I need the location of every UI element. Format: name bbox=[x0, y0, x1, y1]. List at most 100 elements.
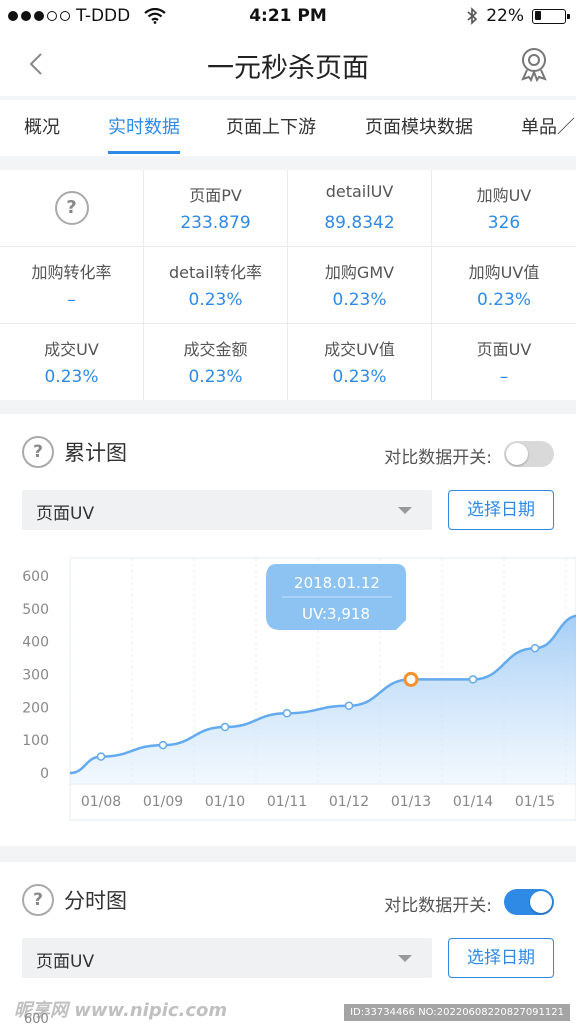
y-tick-label: 500 bbox=[22, 602, 49, 618]
metric-value: 0.23% bbox=[188, 367, 243, 387]
help-icon[interactable]: ? bbox=[54, 191, 89, 225]
metrics-grid: ? 页面PV 233.879 detailUV 89.8342 加购UV 326 加购… bbox=[0, 170, 576, 401]
metric-label: 成交UV bbox=[44, 340, 99, 359]
compare-switch-label: 对比数据开关: bbox=[384, 896, 492, 916]
bluetooth-icon bbox=[467, 7, 478, 25]
metric-select[interactable]: 页面UV bbox=[22, 938, 432, 978]
status-right: 22% bbox=[466, 6, 570, 26]
metric-select[interactable]: 页面UV bbox=[22, 490, 432, 530]
y-tick-label: 100 bbox=[22, 733, 49, 749]
caret-down-icon bbox=[398, 955, 412, 962]
y-tick-label: 400 bbox=[22, 635, 49, 651]
metric-label: 加购GMV bbox=[324, 263, 395, 282]
compare-toggle[interactable] bbox=[504, 441, 554, 467]
y-tick-label: 200 bbox=[22, 700, 49, 716]
chart-tooltip: 2018.01.12 UV:3,918 bbox=[266, 564, 406, 630]
metric-value: 0.23% bbox=[188, 290, 243, 310]
section-title: 分时图 bbox=[64, 889, 127, 913]
metric-label: 加购UV值 bbox=[468, 263, 540, 282]
nav-bar: 一元秒杀页面 bbox=[0, 32, 576, 96]
y-tick-label: 600 bbox=[22, 569, 49, 585]
toggle-knob bbox=[506, 443, 528, 465]
metric-value: 326 bbox=[487, 213, 521, 233]
metrics-help-cell: ? bbox=[0, 170, 144, 247]
tooltip-value: UV:3,918 bbox=[302, 605, 370, 623]
tooltip-date: 2018.01.12 bbox=[294, 574, 380, 592]
profile-button[interactable] bbox=[516, 46, 552, 83]
metric-value: 233.879 bbox=[180, 213, 251, 233]
battery-fill bbox=[534, 11, 541, 20]
metric-value: – bbox=[499, 367, 509, 387]
metric-cell: detailUV 89.8342 bbox=[288, 170, 432, 247]
tab-bar: 概况 实时数据 页面上下游 页面模块数据 单品／ bbox=[0, 100, 576, 156]
watermark: 昵享网 www.nipic.com ID:33734466 NO:2022060… bbox=[0, 998, 576, 1024]
select-date-button[interactable]: 选择日期 bbox=[448, 490, 554, 530]
tab-active-indicator bbox=[108, 151, 180, 154]
metric-cell: 加购GMV 0.23% bbox=[288, 247, 432, 324]
battery-percent: 22% bbox=[486, 6, 524, 26]
metric-cell: 加购UV 326 bbox=[432, 170, 576, 247]
x-tick-label: 01/08 bbox=[81, 794, 121, 810]
caret-down-icon bbox=[398, 507, 412, 514]
tab-module-data[interactable]: 页面模块数据 bbox=[365, 113, 473, 139]
compare-switch-label: 对比数据开关: bbox=[384, 448, 492, 468]
data-point bbox=[530, 643, 540, 653]
metric-cell: 加购转化率 – bbox=[0, 247, 144, 324]
metric-value: 0.23% bbox=[476, 290, 531, 310]
metric-value: 0.23% bbox=[332, 290, 387, 310]
metric-label: 页面UV bbox=[476, 340, 532, 359]
x-tick-label: 01/13 bbox=[391, 794, 431, 810]
metric-value: 89.8342 bbox=[324, 213, 395, 233]
section-header: ? 累计图 bbox=[22, 436, 127, 468]
metric-value: – bbox=[67, 290, 76, 310]
tab-page-flow[interactable]: 页面上下游 bbox=[226, 113, 316, 139]
metric-cell: 成交UV 0.23% bbox=[0, 324, 144, 401]
compare-toggle[interactable] bbox=[504, 889, 554, 915]
watermark-id: ID:33734466 NO:20220608220827091121 bbox=[344, 1004, 570, 1021]
tab-overview[interactable]: 概况 bbox=[24, 113, 60, 139]
cumulative-section: ? 累计图 对比数据开关: 页面UV 选择日期 600 500 400 300 200 1… bbox=[0, 414, 576, 846]
metric-label: 成交金额 bbox=[183, 340, 248, 359]
metric-label: detail转化率 bbox=[169, 263, 262, 282]
metric-label: 加购UV bbox=[476, 186, 532, 205]
metric-cell: 成交金额 0.23% bbox=[144, 324, 288, 401]
user-avatar-icon bbox=[521, 48, 547, 83]
section-title: 累计图 bbox=[64, 441, 127, 465]
select-value: 页面UV bbox=[36, 952, 95, 972]
metric-cell: 页面PV 233.879 bbox=[144, 170, 288, 247]
y-tick-label: 300 bbox=[22, 668, 49, 684]
metric-cell: 加购UV值 0.23% bbox=[432, 247, 576, 324]
toggle-knob bbox=[530, 891, 552, 913]
metric-cell: 页面UV – bbox=[432, 324, 576, 401]
data-point bbox=[220, 722, 230, 732]
data-point bbox=[344, 701, 354, 710]
data-point bbox=[282, 708, 292, 718]
help-icon[interactable]: ? bbox=[22, 884, 54, 916]
help-icon[interactable]: ? bbox=[22, 436, 54, 468]
x-tick-label: 01/11 bbox=[267, 794, 307, 810]
y-tick-label: 0 bbox=[40, 766, 49, 782]
metric-cell: detail转化率 0.23% bbox=[144, 247, 288, 324]
metric-label: 加购转化率 bbox=[31, 263, 112, 282]
x-tick-label: 01/09 bbox=[143, 794, 183, 810]
x-tick-label: 01/14 bbox=[453, 794, 493, 810]
watermark-logo: 昵享网 www.nipic.com bbox=[14, 1000, 228, 1021]
page-title: 一元秒杀页面 bbox=[207, 53, 369, 84]
data-point bbox=[96, 752, 106, 761]
tab-single-item[interactable]: 单品／ bbox=[521, 113, 575, 139]
battery-icon bbox=[532, 8, 570, 24]
x-tick-label: 01/10 bbox=[205, 794, 245, 810]
select-date-button[interactable]: 选择日期 bbox=[448, 938, 554, 978]
cumulative-chart: 600 500 400 300 200 100 0 01/08 01/09 01/10 01/11… bbox=[22, 557, 576, 821]
metric-cell: 成交UV值 0.23% bbox=[288, 324, 432, 401]
status-bar: T-DDD 4:21 PM 22% bbox=[0, 0, 576, 32]
x-tick-label: 01/15 bbox=[515, 794, 555, 810]
metric-label: 成交UV值 bbox=[324, 340, 395, 359]
metric-label: 页面PV bbox=[189, 186, 242, 205]
metric-value: 0.23% bbox=[332, 367, 387, 387]
metric-label: detailUV bbox=[325, 182, 394, 201]
section-header: ? 分时图 bbox=[22, 884, 127, 916]
x-tick-label: 01/12 bbox=[329, 794, 369, 810]
tab-realtime[interactable]: 实时数据 bbox=[108, 113, 180, 139]
data-point bbox=[158, 740, 168, 750]
